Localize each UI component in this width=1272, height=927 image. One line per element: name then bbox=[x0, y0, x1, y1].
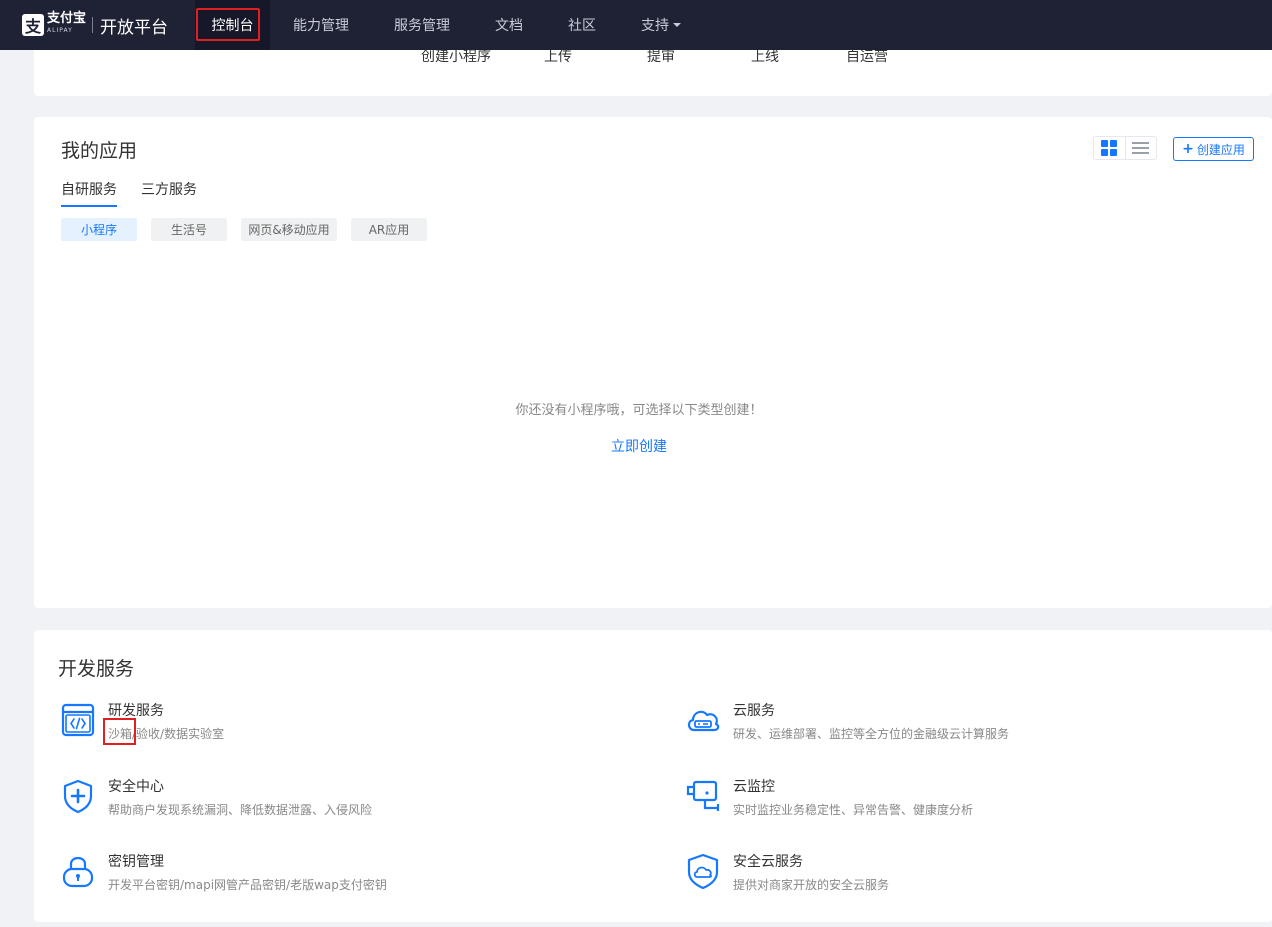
nav-item-community[interactable]: 社区 bbox=[543, 0, 616, 50]
service-title: 云服务 bbox=[733, 703, 775, 719]
brand-divider bbox=[92, 17, 94, 33]
brand-title: 开放平台 bbox=[100, 17, 169, 38]
brand-name: 支付宝 ALIPAY bbox=[47, 11, 87, 37]
my-apps-card: 我的应用 + 创建应用 自研服务 三方服务 小程序 生活号 网页&移动应用 AR… bbox=[34, 117, 1272, 608]
nav-item-console[interactable]: 控制台 bbox=[195, 0, 270, 50]
service-item[interactable]: 云服务 研发、运维部署、监控等全方位的金融级云计算服务 bbox=[685, 702, 1009, 742]
filter-web-mobile[interactable]: 网页&移动应用 bbox=[241, 218, 337, 241]
service-desc: 提供对商家开放的安全云服务 bbox=[733, 878, 890, 892]
list-view-button[interactable] bbox=[1124, 137, 1156, 159]
nav-item-services[interactable]: 服务管理 bbox=[369, 0, 470, 50]
plus-icon: + bbox=[1182, 141, 1194, 157]
tab-self-developed[interactable]: 自研服务 bbox=[61, 179, 117, 207]
service-desc: 沙箱/验收/数据实验室 bbox=[103, 718, 224, 745]
service-title: 安全中心 bbox=[108, 779, 164, 795]
service-desc: 帮助商户发现系统漏洞、降低数据泄露、入侵风险 bbox=[108, 803, 373, 817]
service-desc: 实时监控业务稳定性、异常告警、健康度分析 bbox=[733, 803, 974, 817]
create-app-label: 创建应用 bbox=[1196, 142, 1245, 157]
service-item[interactable]: 研发服务 沙箱/验收/数据实验室 bbox=[60, 702, 224, 745]
filter-lifeaccount[interactable]: 生活号 bbox=[151, 218, 227, 241]
filter-ar[interactable]: AR应用 bbox=[351, 218, 427, 241]
nav-item-label: 社区 bbox=[568, 18, 596, 34]
code-window-icon bbox=[61, 703, 95, 737]
nav-item-support[interactable]: 支持 bbox=[616, 0, 701, 50]
brand-en-text: ALIPAY bbox=[47, 27, 73, 34]
view-toggle bbox=[1093, 136, 1157, 160]
nav-item-capability[interactable]: 能力管理 bbox=[270, 0, 369, 50]
service-desc: 开发平台密钥/mapi网管产品密钥/老版wap支付密钥 bbox=[108, 878, 387, 892]
service-title: 密钥管理 bbox=[108, 854, 164, 870]
cloud-server-icon bbox=[687, 710, 720, 732]
top-nav: 支 支付宝 ALIPAY 开放平台 控制台 能力管理 服务管理 文档 社区 支持 bbox=[0, 0, 1272, 50]
nav-item-label: 能力管理 bbox=[293, 18, 349, 34]
alipay-logo-icon: 支 bbox=[22, 14, 44, 36]
service-desc: 研发、运维部署、监控等全方位的金融级云计算服务 bbox=[733, 727, 1010, 741]
my-apps-title: 我的应用 bbox=[61, 140, 138, 162]
nav-item-label: 文档 bbox=[495, 18, 523, 34]
dev-services-card: 开发服务 研发服务 沙箱/验收/数据实验室 云服务 研发、运维部署、监控等全方位… bbox=[34, 630, 1272, 922]
highlight-box bbox=[103, 718, 136, 745]
shield-cloud-icon bbox=[687, 853, 719, 889]
create-app-button[interactable]: + 创建应用 bbox=[1173, 137, 1254, 161]
chevron-down-icon bbox=[673, 23, 681, 27]
tab-third-party[interactable]: 三方服务 bbox=[141, 179, 197, 205]
create-now-link-label[interactable]: 立即创建 bbox=[611, 439, 667, 455]
service-item[interactable]: 安全云服务 提供对商家开放的安全云服务 bbox=[685, 853, 889, 893]
empty-state-text: 你还没有小程序哦，可选择以下类型创建！ bbox=[515, 403, 763, 418]
create-now-link: 立即创建 bbox=[34, 436, 1244, 456]
dev-services-title: 开发服务 bbox=[58, 658, 135, 680]
highlight-box bbox=[196, 8, 260, 41]
service-title: 云监控 bbox=[733, 779, 775, 795]
brand[interactable]: 支 支付宝 ALIPAY 开放平台 bbox=[0, 0, 195, 50]
service-title: 安全云服务 bbox=[733, 854, 803, 870]
filter-miniprogram[interactable]: 小程序 bbox=[61, 218, 137, 241]
shield-plus-icon bbox=[63, 779, 93, 814]
list-icon bbox=[1132, 142, 1150, 154]
service-item[interactable]: 云监控 实时监控业务稳定性、异常告警、健康度分析 bbox=[685, 778, 973, 818]
grid-view-button[interactable] bbox=[1094, 137, 1125, 159]
service-item[interactable]: 密钥管理 开发平台密钥/mapi网管产品密钥/老版wap支付密钥 bbox=[60, 853, 387, 893]
camera-monitor-icon bbox=[686, 780, 720, 811]
grid-icon bbox=[1101, 140, 1118, 156]
nav-item-label: 服务管理 bbox=[394, 18, 450, 34]
service-item[interactable]: 安全中心 帮助商户发现系统漏洞、降低数据泄露、入侵风险 bbox=[60, 778, 372, 818]
lock-icon bbox=[62, 856, 94, 888]
nav-item-label: 支持 bbox=[641, 18, 669, 34]
nav-item-docs[interactable]: 文档 bbox=[470, 0, 543, 50]
brand-cn-text: 支付宝 bbox=[47, 11, 87, 26]
